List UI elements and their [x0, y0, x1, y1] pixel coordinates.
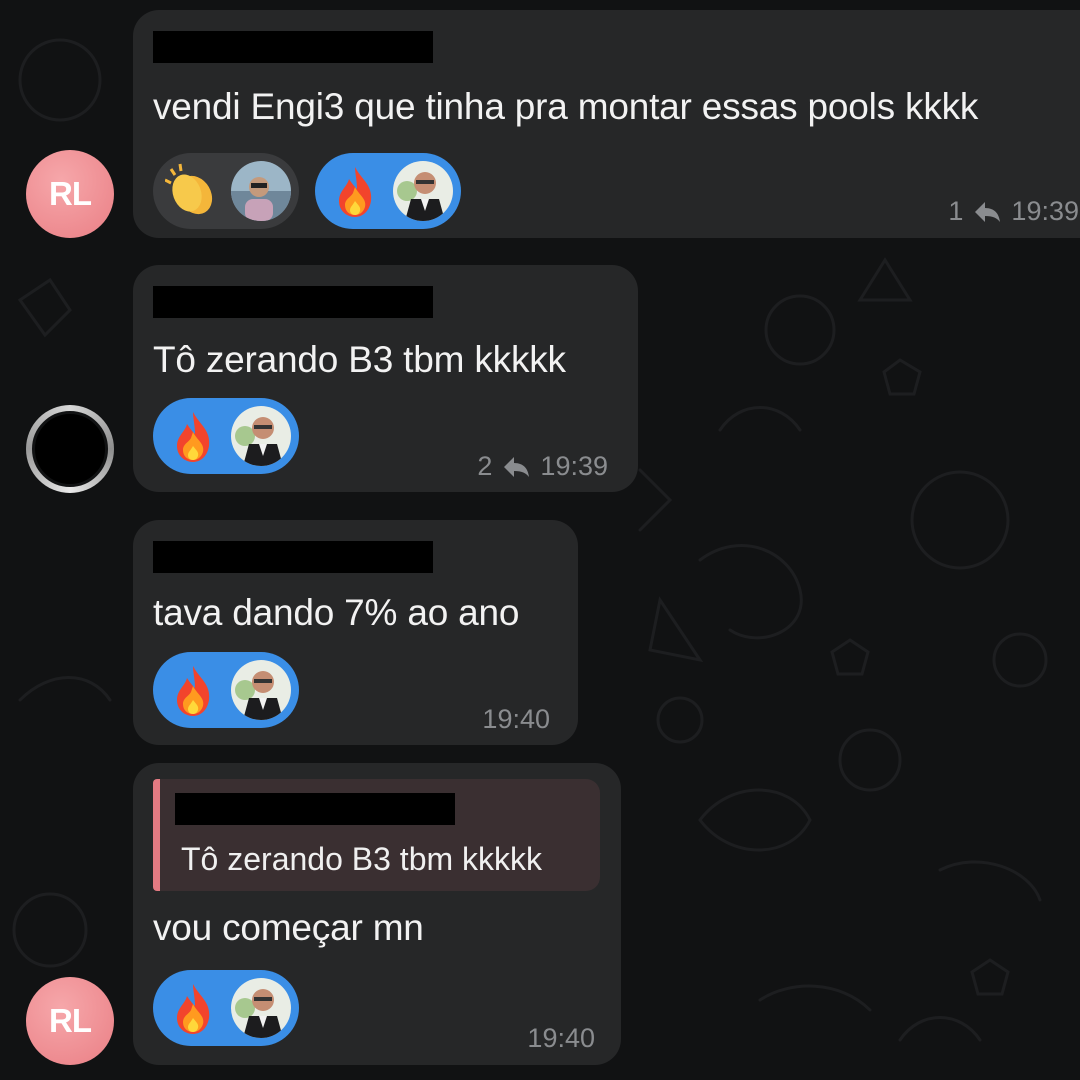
message-meta: 1 19:39: [948, 196, 1079, 227]
reactions-row: [153, 652, 299, 728]
message-meta: 19:40: [482, 704, 550, 735]
reaction-fire[interactable]: [153, 398, 299, 474]
reaction-fire[interactable]: [153, 652, 299, 728]
reaction-fire[interactable]: [315, 153, 461, 229]
reply-count: 1: [948, 196, 964, 226]
reactions-row: [153, 398, 299, 474]
redacted-sender-name: [153, 31, 433, 63]
message-bubble[interactable]: Tô zerando B3 tbm kkkkk 2 19:39: [133, 265, 638, 492]
fire-icon: [327, 163, 383, 219]
reactions-row: [153, 153, 461, 229]
avatar-rl[interactable]: RL: [26, 977, 114, 1065]
reactor-avatar: [231, 978, 291, 1038]
avatar-rl[interactable]: RL: [26, 150, 114, 238]
reply-quote[interactable]: Tô zerando B3 tbm kkkkk: [153, 779, 600, 891]
redacted-sender-name: [153, 541, 433, 573]
avatar-image: [32, 411, 108, 487]
clapping-hands-icon: [165, 163, 221, 219]
reactions-row: [153, 970, 299, 1046]
message-text: tava dando 7% ao ano: [153, 592, 520, 633]
reaction-fire[interactable]: [153, 970, 299, 1046]
avatar-initials: RL: [49, 1002, 92, 1039]
message-time: 19:40: [482, 704, 550, 734]
reply-arrow-icon[interactable]: [502, 455, 530, 479]
message-meta: 19:40: [527, 1023, 595, 1054]
reply-arrow-icon[interactable]: [973, 200, 1001, 224]
reactor-avatar: [393, 161, 453, 221]
redacted-quoted-sender: [175, 793, 455, 825]
message-meta: 2 19:39: [477, 451, 608, 482]
quote-accent-bar: [153, 779, 160, 891]
reactor-avatar: [231, 161, 291, 221]
quoted-message-text: Tô zerando B3 tbm kkkkk: [181, 841, 543, 877]
reactor-avatar: [231, 406, 291, 466]
redacted-sender-name: [153, 286, 433, 318]
fire-icon: [165, 408, 221, 464]
message-time: 19:39: [540, 451, 608, 481]
message-time: 19:40: [527, 1023, 595, 1053]
message-time: 19:39: [1011, 196, 1079, 226]
fire-icon: [165, 980, 221, 1036]
avatar-story-ring[interactable]: [26, 405, 114, 493]
reaction-clap[interactable]: [153, 153, 299, 229]
fire-icon: [165, 662, 221, 718]
message-text: vendi Engi3 que tinha pra montar essas p…: [153, 86, 979, 127]
message-bubble[interactable]: tava dando 7% ao ano 19:40: [133, 520, 578, 745]
message-text: vou começar mn: [153, 907, 424, 948]
message-text: Tô zerando B3 tbm kkkkk: [153, 339, 566, 380]
message-bubble[interactable]: vendi Engi3 que tinha pra montar essas p…: [133, 10, 1080, 238]
message-bubble[interactable]: Tô zerando B3 tbm kkkkk vou começar mn 1…: [133, 763, 621, 1065]
reply-count: 2: [477, 451, 493, 481]
avatar-initials: RL: [49, 175, 92, 212]
reactor-avatar: [231, 660, 291, 720]
